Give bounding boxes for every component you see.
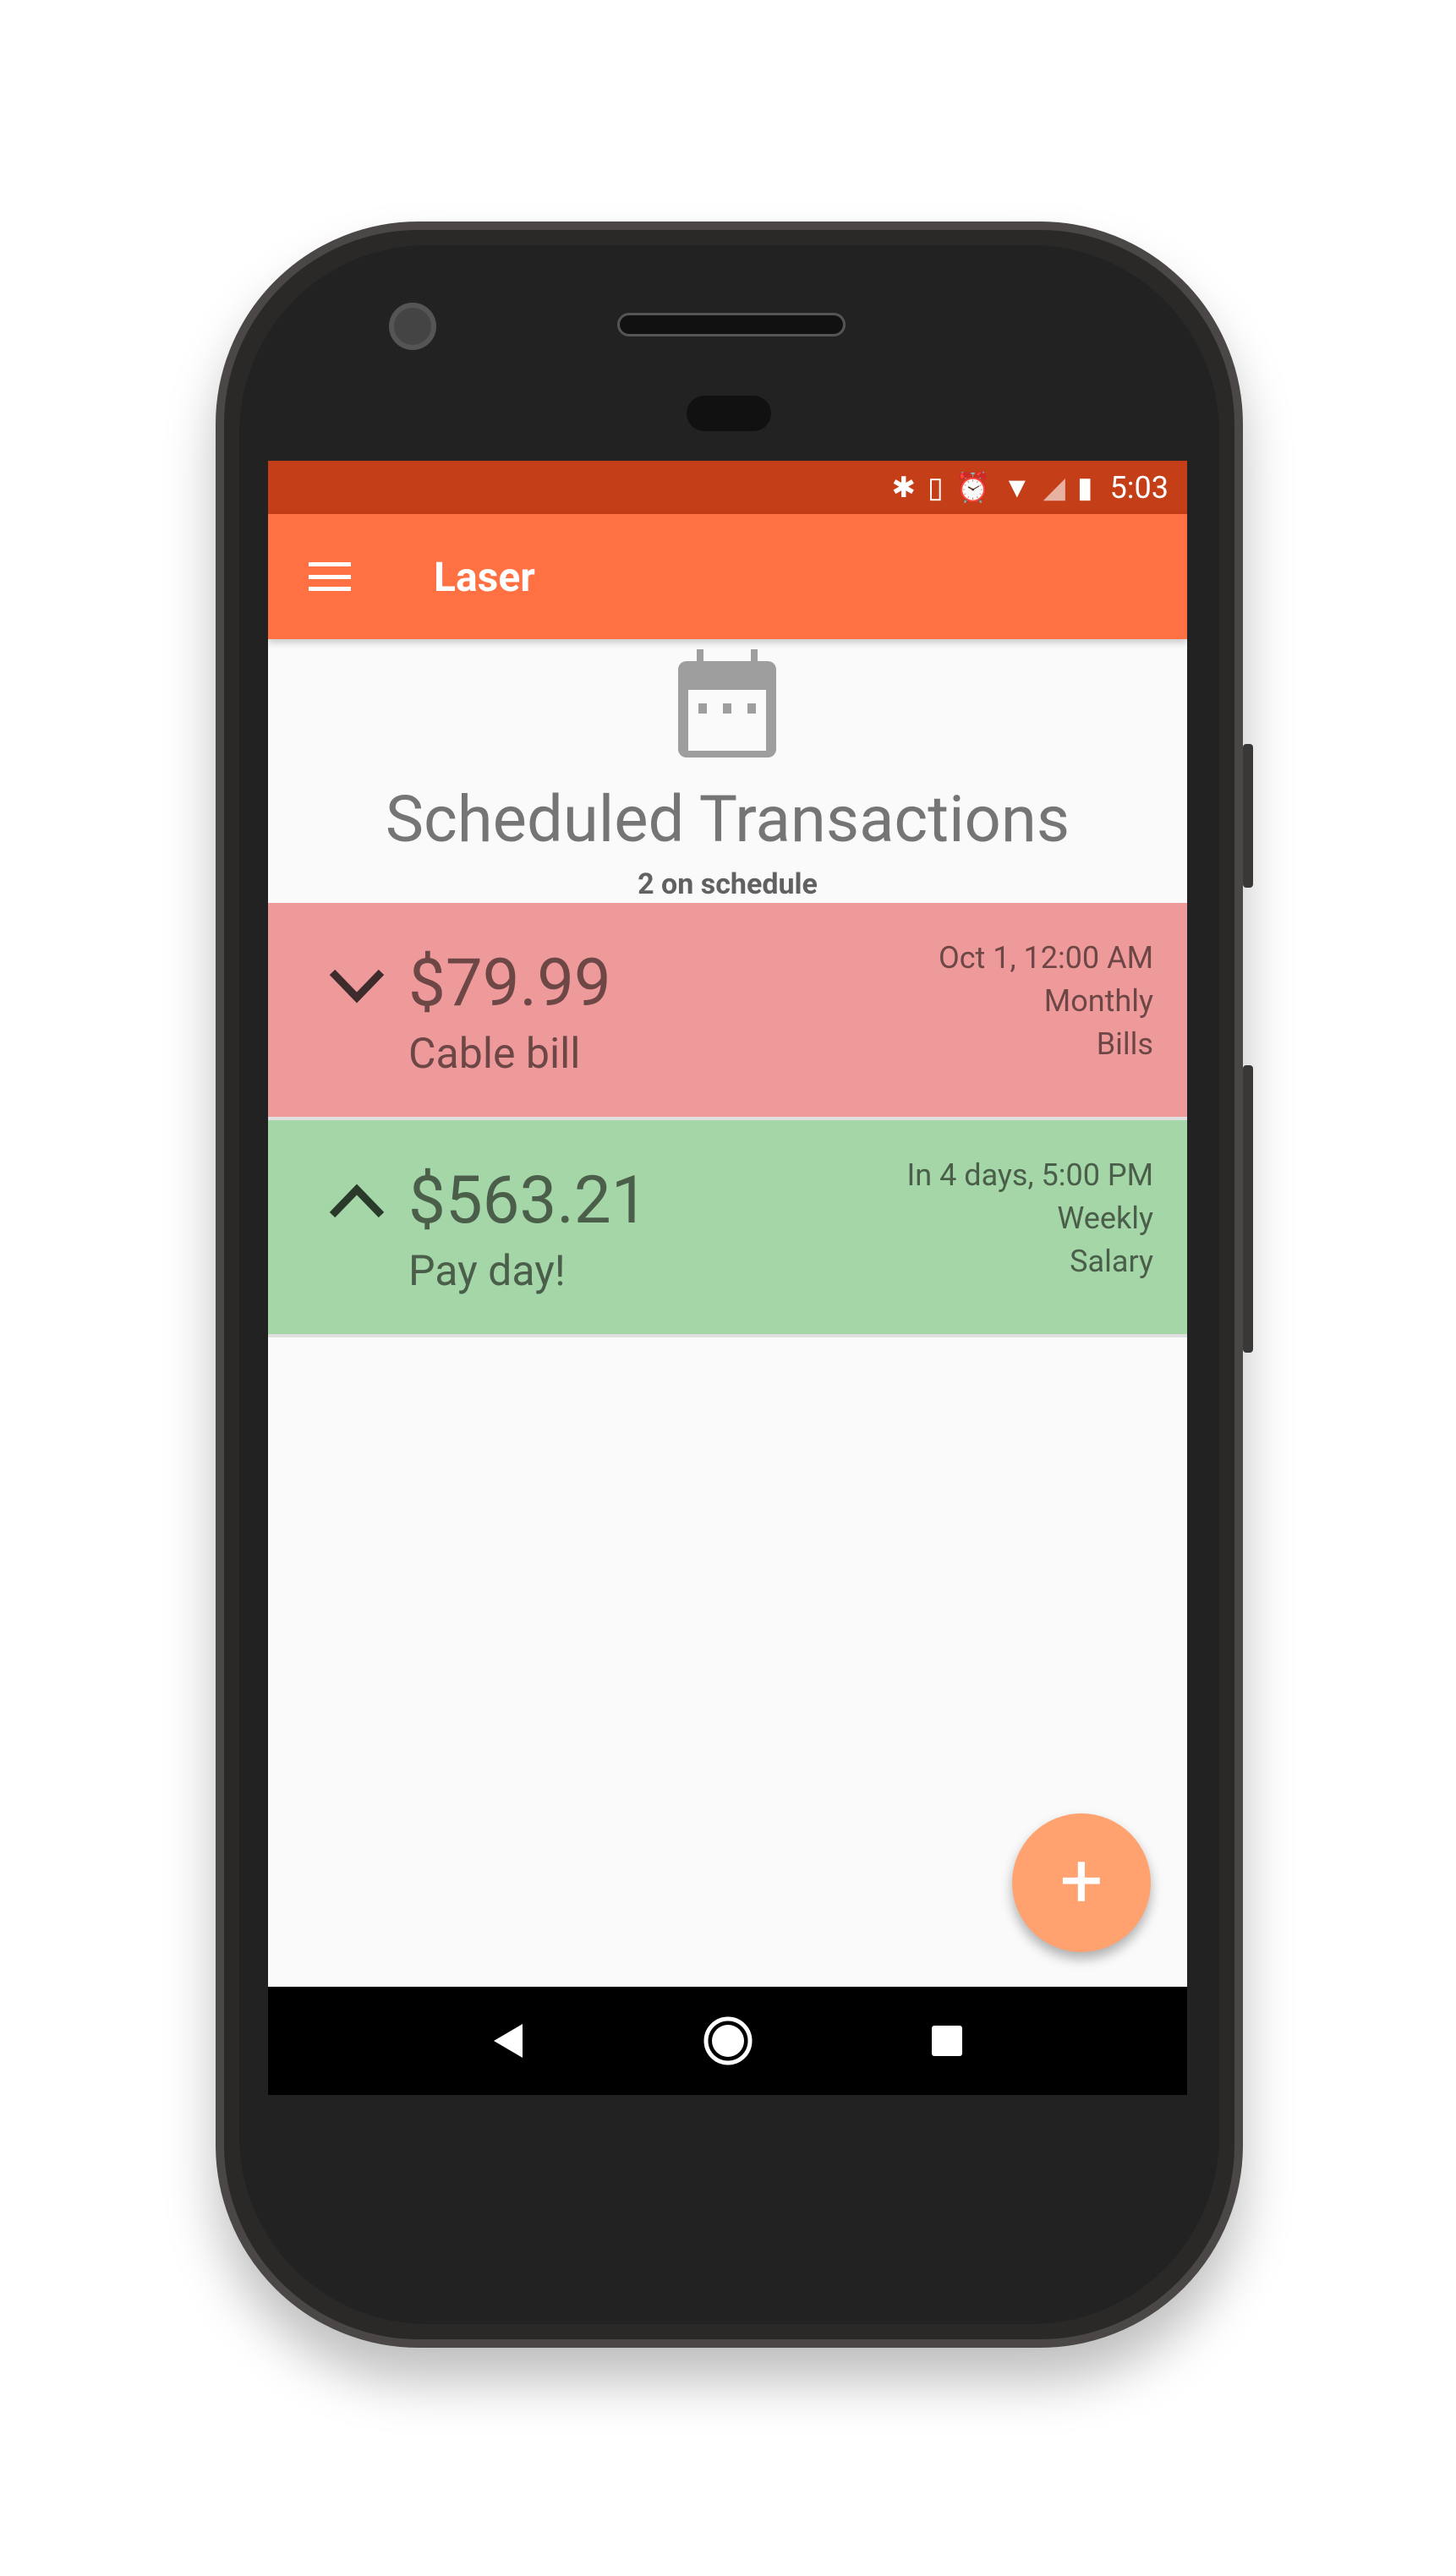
add-transaction-button[interactable]: + (1012, 1813, 1151, 1952)
wifi-icon: ▼ (1003, 470, 1032, 505)
transaction-frequency: Weekly (1057, 1200, 1153, 1236)
proximity-sensor (687, 396, 771, 431)
transaction-category: Bills (1096, 1026, 1153, 1062)
hamburger-menu-icon[interactable] (309, 562, 351, 591)
recents-icon[interactable] (930, 2024, 964, 2058)
front-camera (389, 303, 436, 350)
transaction-date: In 4 days, 5:00 PM (906, 1157, 1154, 1193)
earpiece-speaker (617, 313, 846, 336)
navigation-bar (268, 1987, 1187, 2095)
power-button (1243, 744, 1253, 888)
transaction-amount: $79.99 (408, 945, 611, 1022)
app-title: Laser (434, 552, 535, 601)
signal-icon: ◢ (1043, 470, 1065, 505)
status-bar: ✱ ▯ ⏰ ▼ ◢ ▮ 5:03 (268, 461, 1187, 514)
page-header: Scheduled Transactions 2 on schedule (268, 639, 1187, 903)
calendar-icon (678, 649, 776, 757)
volume-button (1243, 1065, 1253, 1353)
status-time: 5:03 (1109, 469, 1169, 506)
transaction-date: Oct 1, 12:00 AM (938, 940, 1153, 976)
chevron-up-icon (329, 1184, 385, 1218)
bluetooth-icon: ✱ (891, 470, 916, 505)
transaction-note: Pay day! (408, 1247, 566, 1296)
chevron-down-icon (329, 969, 385, 1004)
transaction-category: Salary (1070, 1244, 1153, 1279)
home-icon[interactable] (703, 2015, 753, 2066)
transaction-row[interactable]: $79.99 Cable bill Oct 1, 12:00 AM Monthl… (268, 903, 1187, 1120)
schedule-count: 2 on schedule (638, 867, 818, 901)
transaction-note: Cable bill (408, 1030, 581, 1079)
battery-icon: ▮ (1076, 470, 1093, 505)
transaction-frequency: Monthly (1043, 983, 1153, 1019)
transaction-row[interactable]: $563.21 Pay day! In 4 days, 5:00 PM Week… (268, 1120, 1187, 1337)
transaction-amount: $563.21 (408, 1162, 649, 1239)
vibrate-icon: ▯ (927, 470, 944, 505)
alarm-icon: ⏰ (955, 470, 992, 505)
back-icon[interactable] (492, 2022, 526, 2059)
screen: ✱ ▯ ⏰ ▼ ◢ ▮ 5:03 Laser Scheduled Transac… (268, 461, 1187, 2095)
app-bar: Laser (268, 514, 1187, 639)
page-title: Scheduled Transactions (385, 781, 1070, 857)
